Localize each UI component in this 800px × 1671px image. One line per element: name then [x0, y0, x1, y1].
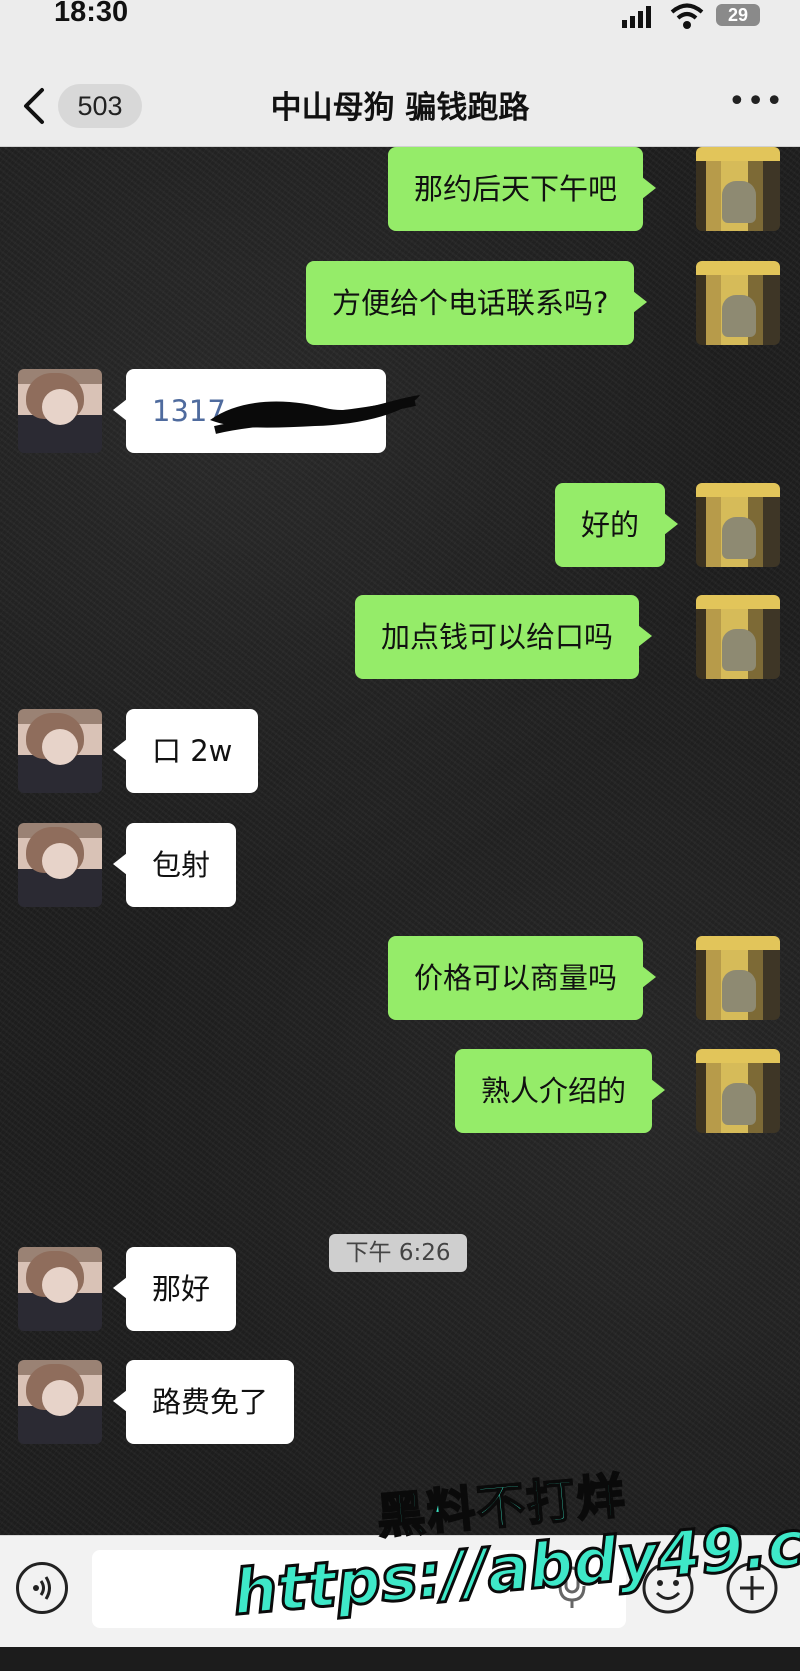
outgoing-message[interactable]: 熟人介绍的 — [455, 1049, 666, 1133]
outgoing-message[interactable]: 价格可以商量吗 — [388, 936, 657, 1020]
incoming-message[interactable]: 路费免了 — [112, 1360, 295, 1444]
plus-icon[interactable] — [724, 1560, 780, 1616]
my-avatar[interactable] — [696, 483, 780, 567]
incoming-message[interactable]: 口 2w — [112, 709, 259, 793]
contact-avatar[interactable] — [18, 709, 102, 793]
my-avatar[interactable] — [696, 1049, 780, 1133]
battery-indicator: 29 — [716, 4, 760, 26]
incoming-message[interactable]: 包射 — [112, 823, 237, 907]
my-avatar[interactable] — [696, 261, 780, 345]
chat-header: 503 中山母狗 骗钱跑路 ••• — [0, 40, 800, 147]
incoming-message[interactable]: 那好 — [112, 1247, 237, 1331]
contact-avatar[interactable] — [18, 1360, 102, 1444]
more-options-icon[interactable]: ••• — [728, 87, 783, 122]
contact-avatar[interactable] — [18, 1247, 102, 1331]
message-list[interactable]: 那约后天下午吧 方便给个电话联系吗? 1317 好的 加点钱可以给口吗 口 2w… — [0, 147, 800, 1535]
contact-avatar[interactable] — [18, 823, 102, 907]
wifi-icon — [670, 3, 704, 29]
outgoing-message[interactable]: 加点钱可以给口吗 — [355, 595, 653, 679]
voice-input-button[interactable] — [16, 1562, 68, 1614]
status-time: 18:30 — [54, 0, 129, 28]
redaction-scribble — [210, 395, 420, 434]
voice-waves-icon — [33, 1576, 51, 1600]
message-timestamp: 下午 6:26 — [329, 1234, 467, 1272]
my-avatar[interactable] — [696, 936, 780, 1020]
outgoing-message[interactable]: 那约后天下午吧 — [388, 147, 657, 231]
outgoing-message[interactable]: 好的 — [555, 483, 679, 567]
outgoing-message[interactable]: 方便给个电话联系吗? — [306, 261, 648, 345]
cellular-signal-icon — [622, 6, 651, 28]
status-bar: 18:30 29 — [0, 0, 800, 40]
chat-title: 中山母狗 骗钱跑路 — [270, 90, 530, 126]
microphone-icon[interactable] — [556, 1566, 588, 1610]
contact-avatar[interactable] — [18, 369, 102, 453]
my-avatar[interactable] — [696, 147, 780, 231]
my-avatar[interactable] — [696, 595, 780, 679]
emoji-icon[interactable] — [640, 1560, 696, 1616]
input-bar — [0, 1535, 800, 1647]
message-input[interactable] — [92, 1550, 626, 1628]
